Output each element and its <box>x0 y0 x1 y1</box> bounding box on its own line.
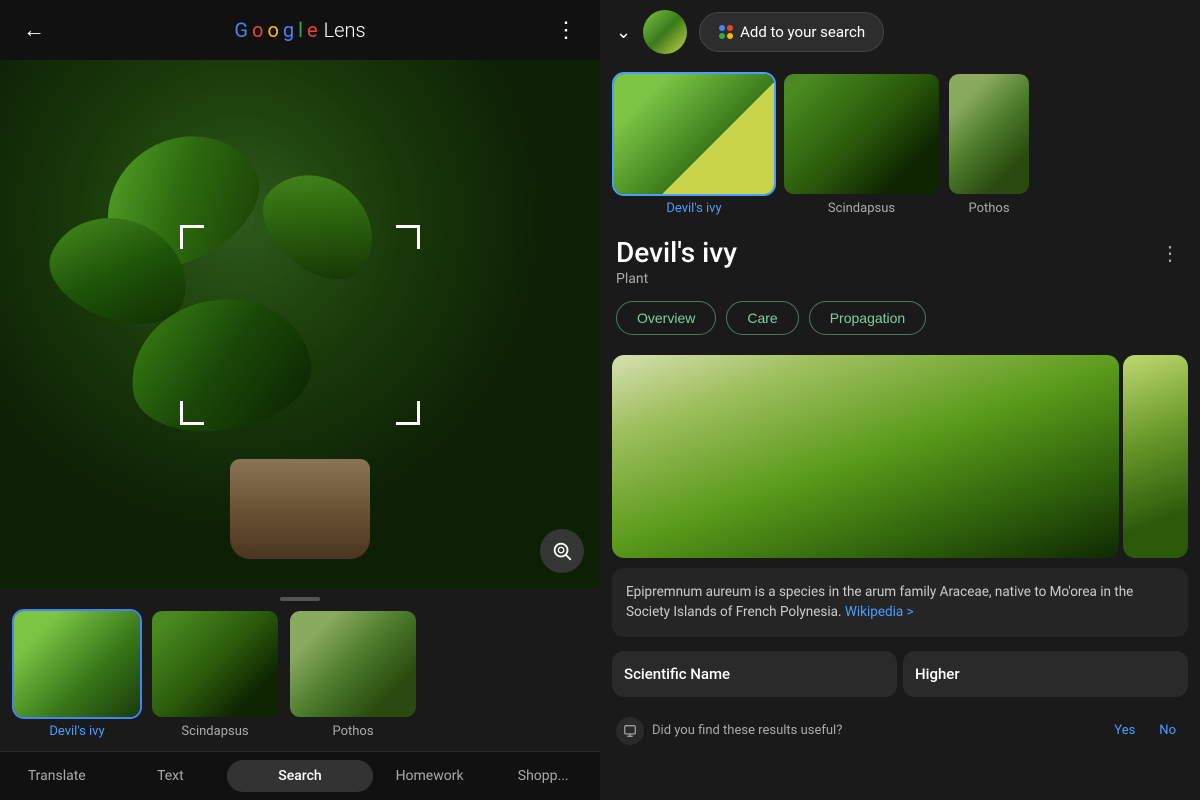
result-image-box-pothos <box>947 72 1031 196</box>
title-letter-g: G <box>234 18 248 42</box>
propagation-tab[interactable]: Propagation <box>809 301 927 335</box>
title-letter-l: l <box>298 18 303 42</box>
title-letter-o2: o <box>267 18 278 42</box>
thumbnail-item-scindapsus[interactable]: Scindapsus <box>150 609 280 739</box>
thumbnail-image-scindapsus <box>150 609 280 719</box>
thumb-plant-bg-1 <box>14 611 140 717</box>
user-avatar[interactable] <box>643 10 687 54</box>
thumbnail-image-pothos <box>288 609 418 719</box>
bottom-cards: Scientific Name Higher <box>600 647 1200 709</box>
left-panel: ← Google Lens ⋮ <box>0 0 600 800</box>
plant-info-section: Devil's ivy ⋮ Plant Overview Care Propag… <box>600 224 1200 343</box>
nav-tab-translate[interactable]: Translate <box>0 760 114 792</box>
right-header: ⌄ Add to your search <box>600 0 1200 64</box>
thumbnail-label-pothos: Pothos <box>332 724 373 739</box>
feedback-icon <box>616 717 644 745</box>
feedback-question-text: Did you find these results useful? <box>652 723 1098 738</box>
lens-text: Lens <box>324 18 366 42</box>
camera-view <box>0 60 600 589</box>
higher-card[interactable]: Higher <box>903 651 1188 697</box>
result-label-devils-ivy: Devil's ivy <box>666 201 721 216</box>
care-tab[interactable]: Care <box>726 301 798 335</box>
result-image-box-devils-ivy <box>612 72 776 196</box>
plant-type: Plant <box>616 271 1184 287</box>
result-img-bg-3 <box>949 74 1029 194</box>
scan-frame <box>180 225 420 425</box>
thumbnail-image-devils-ivy <box>12 609 142 719</box>
thumbnail-item-pothos[interactable]: Pothos <box>288 609 418 739</box>
plant-name-row: Devil's ivy ⋮ <box>616 236 1184 269</box>
description-box: Epipremnum aureum is a species in the ar… <box>612 568 1188 637</box>
result-item-scindapsus[interactable]: Scindapsus <box>782 72 941 216</box>
google-colored-star-icon <box>718 24 734 40</box>
nav-tab-shopping[interactable]: Shopp... <box>486 760 600 792</box>
plant-name: Devil's ivy <box>616 236 737 269</box>
detail-images-section <box>600 343 1200 558</box>
scientific-name-card[interactable]: Scientific Name <box>612 651 897 697</box>
thumbnails-section: Devil's ivy Scindapsus Pothos <box>0 589 600 751</box>
feedback-no-button[interactable]: No <box>1151 723 1184 738</box>
nav-tab-homework[interactable]: Homework <box>373 760 487 792</box>
thumb-plant-bg-3 <box>290 611 416 717</box>
chevron-down-icon[interactable]: ⌄ <box>616 22 631 43</box>
result-label-pothos: Pothos <box>968 201 1009 216</box>
plant-background <box>0 60 600 589</box>
add-to-search-button[interactable]: Add to your search <box>699 12 884 52</box>
title-letter-e: e <box>307 18 318 42</box>
result-img-bg-1 <box>614 74 774 194</box>
plant-options-button[interactable]: ⋮ <box>1156 237 1184 269</box>
right-panel: ⌄ Add to your search Devil's ivy <box>600 0 1200 800</box>
drag-handle <box>280 597 320 601</box>
pot-decoration <box>230 459 370 559</box>
detail-image-main <box>612 355 1119 558</box>
title-letter-g2: g <box>283 18 294 42</box>
nav-tab-text[interactable]: Text <box>114 760 228 792</box>
lens-search-icon-button[interactable] <box>540 529 584 573</box>
top-bar: ← Google Lens ⋮ <box>0 0 600 60</box>
result-img-bg-2 <box>784 74 939 194</box>
feedback-yes-button[interactable]: Yes <box>1106 723 1143 738</box>
corner-bottom-right <box>396 401 420 425</box>
title-letter-o1: o <box>252 18 263 42</box>
thumbnail-label-devils-ivy: Devil's ivy <box>49 724 104 739</box>
wikipedia-link[interactable]: Wikipedia > <box>845 604 914 620</box>
bottom-nav: Translate Text Search Homework Shopp... <box>0 751 600 800</box>
result-label-scindapsus: Scindapsus <box>828 201 895 216</box>
result-item-devils-ivy[interactable]: Devil's ivy <box>612 72 776 216</box>
corner-bottom-left <box>180 401 204 425</box>
app-title: Google Lens <box>234 18 365 42</box>
thumbnail-item-devils-ivy[interactable]: Devil's ivy <box>12 609 142 739</box>
result-image-box-scindapsus <box>782 72 941 196</box>
detail-image-side <box>1123 355 1188 558</box>
corner-top-left <box>180 225 204 249</box>
thumbnail-label-scindapsus: Scindapsus <box>181 724 248 739</box>
result-item-pothos[interactable]: Pothos <box>947 72 1031 216</box>
back-button[interactable]: ← <box>16 12 52 48</box>
nav-tab-search[interactable]: Search <box>227 760 373 792</box>
more-options-button[interactable]: ⋮ <box>548 12 584 48</box>
overview-tab[interactable]: Overview <box>616 301 716 335</box>
thumbnails-row: Devil's ivy Scindapsus Pothos <box>12 609 588 743</box>
feedback-row: Did you find these results useful? Yes N… <box>600 709 1200 761</box>
corner-top-right <box>396 225 420 249</box>
pills-row: Overview Care Propagation <box>616 301 1184 335</box>
result-images-row: Devil's ivy Scindapsus Pothos <box>600 64 1200 224</box>
add-to-search-label: Add to your search <box>740 23 865 41</box>
thumb-plant-bg-2 <box>152 611 278 717</box>
